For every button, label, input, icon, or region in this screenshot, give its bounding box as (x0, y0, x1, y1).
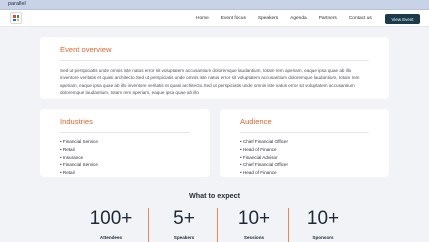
nav-links: Home Event focus Speakers Agenda Partner… (196, 10, 372, 27)
stat-sponsors: 10+ Sponsors (288, 208, 358, 240)
stat-divider (217, 208, 218, 242)
stat-attendees: 100+ Attendees (76, 208, 146, 240)
list-item: Retail (60, 169, 190, 177)
overview-text: Sed ut perspiciatis unde omnis iste natu… (60, 68, 360, 96)
audience-card: Audience Chief Financial Officer Head of… (220, 109, 389, 177)
logo-square-yellow (16, 18, 19, 21)
industries-divider (60, 132, 190, 133)
stat-value: 5+ (173, 208, 195, 229)
list-item: Financial Advisor (240, 154, 369, 162)
stat-label: Sessions (243, 235, 265, 240)
stat-label: Attendees (99, 235, 123, 240)
industries-list: Financial Service Retail Insurance Finan… (60, 138, 190, 177)
nav-link-agenda[interactable]: Agenda (290, 16, 307, 21)
list-item: Head of Finance (240, 169, 369, 177)
industries-title: Industries (60, 117, 93, 126)
browser-tab-bar: parallel (0, 0, 429, 10)
audience-list: Chief Financial Officer Head of Finance … (240, 138, 369, 177)
stat-label: Sponsors (312, 235, 334, 240)
list-item: Financial Service (60, 161, 190, 169)
logo-icon[interactable] (10, 12, 22, 24)
logo-square-blue (13, 18, 16, 21)
browser-tab-label[interactable]: parallel (8, 1, 26, 7)
audience-title: Audience (240, 117, 272, 126)
view-event-button[interactable]: View Event (385, 14, 420, 24)
audience-divider (240, 132, 369, 133)
overview-divider (60, 60, 369, 61)
industries-card: Industries Financial Service Retail Insu… (40, 109, 210, 177)
list-item: Chief Financial Officer (240, 138, 369, 146)
list-item: Head of Finance (240, 146, 369, 154)
what-to-expect-heading: What to expect (188, 191, 241, 200)
overview-title: Event overview (60, 45, 112, 54)
nav-link-event-focus[interactable]: Event focus (221, 16, 246, 21)
stat-value: 100+ (89, 208, 133, 229)
stat-label: Speakers (173, 235, 195, 240)
stat-value: 10+ (306, 208, 340, 229)
stat-sessions: 10+ Sessions (219, 208, 289, 240)
nav-link-speakers[interactable]: Speakers (258, 16, 278, 21)
list-item: Insurance (60, 154, 190, 162)
logo-square-red (13, 15, 16, 18)
nav-link-contact[interactable]: Contact us (349, 16, 372, 21)
top-navigation: Home Event focus Speakers Agenda Partner… (0, 10, 429, 27)
nav-link-partners[interactable]: Partners (319, 16, 337, 21)
list-item: Financial Service (60, 138, 190, 146)
nav-link-home[interactable]: Home (196, 16, 209, 21)
overview-card: Event overview Sed ut perspiciatis unde … (40, 37, 389, 99)
list-item: Retail (60, 146, 190, 154)
logo-square-green (16, 15, 19, 18)
stat-speakers: 5+ Speakers (149, 208, 219, 240)
list-item: Chief Financial Officer (240, 161, 369, 169)
stat-value: 10+ (237, 208, 271, 229)
